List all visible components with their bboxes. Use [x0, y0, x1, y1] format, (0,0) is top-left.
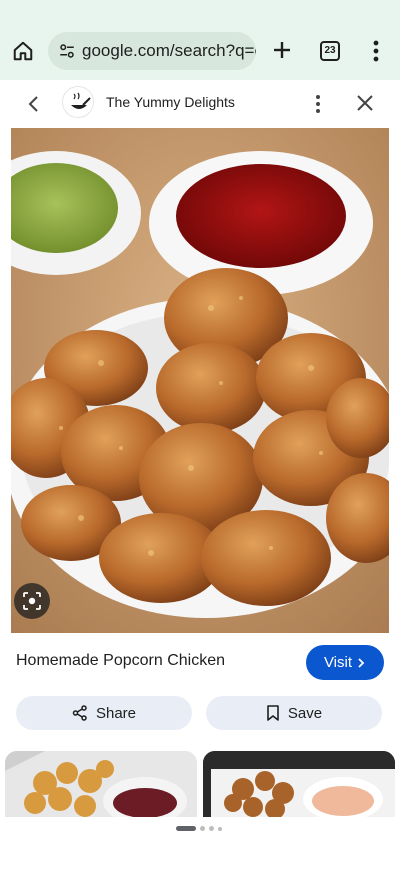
- pager-dot: [200, 826, 205, 831]
- related-image-2[interactable]: [203, 751, 395, 817]
- home-icon[interactable]: [12, 40, 34, 62]
- visit-button[interactable]: Visit: [306, 645, 384, 680]
- related-image-1-art: [5, 751, 197, 817]
- url-text: google.com/search?q=cl: [82, 41, 256, 60]
- close-icon[interactable]: [354, 92, 376, 114]
- more-vert-icon[interactable]: [366, 38, 386, 64]
- share-icon: [72, 705, 87, 721]
- carousel-pager: [176, 826, 222, 831]
- result-image[interactable]: [11, 128, 389, 633]
- save-button[interactable]: Save: [206, 696, 382, 730]
- back-icon[interactable]: [24, 94, 44, 114]
- popcorn-chicken-photo: [11, 128, 389, 633]
- more-options-icon[interactable]: [308, 92, 328, 116]
- lens-icon: [23, 592, 41, 610]
- lens-search-button[interactable]: [14, 583, 50, 619]
- pager-dot: [218, 826, 222, 831]
- tab-count: 23: [324, 45, 336, 56]
- pager-dot: [209, 826, 214, 831]
- tab-switcher-button[interactable]: 23: [320, 41, 340, 61]
- bookmark-icon: [267, 705, 279, 721]
- visit-label: Visit: [323, 654, 353, 671]
- share-label: Share: [95, 704, 137, 722]
- pager-dot-active: [176, 826, 196, 831]
- source-name[interactable]: The Yummy Delights: [106, 94, 235, 110]
- tune-icon[interactable]: [58, 42, 76, 60]
- share-button[interactable]: Share: [16, 696, 192, 730]
- plus-icon[interactable]: [270, 38, 294, 62]
- save-label: Save: [287, 704, 323, 722]
- result-title: Homemade Popcorn Chicken: [16, 652, 225, 669]
- source-logo: [62, 86, 94, 118]
- address-bar[interactable]: google.com/search?q=cl: [48, 32, 256, 70]
- image-source-header: The Yummy Delights: [0, 80, 400, 128]
- chevron-right-icon: [358, 657, 365, 668]
- browser-toolbar: google.com/search?q=cl 23: [0, 0, 400, 80]
- related-image-1[interactable]: [5, 751, 197, 817]
- related-image-2-art: [203, 751, 395, 817]
